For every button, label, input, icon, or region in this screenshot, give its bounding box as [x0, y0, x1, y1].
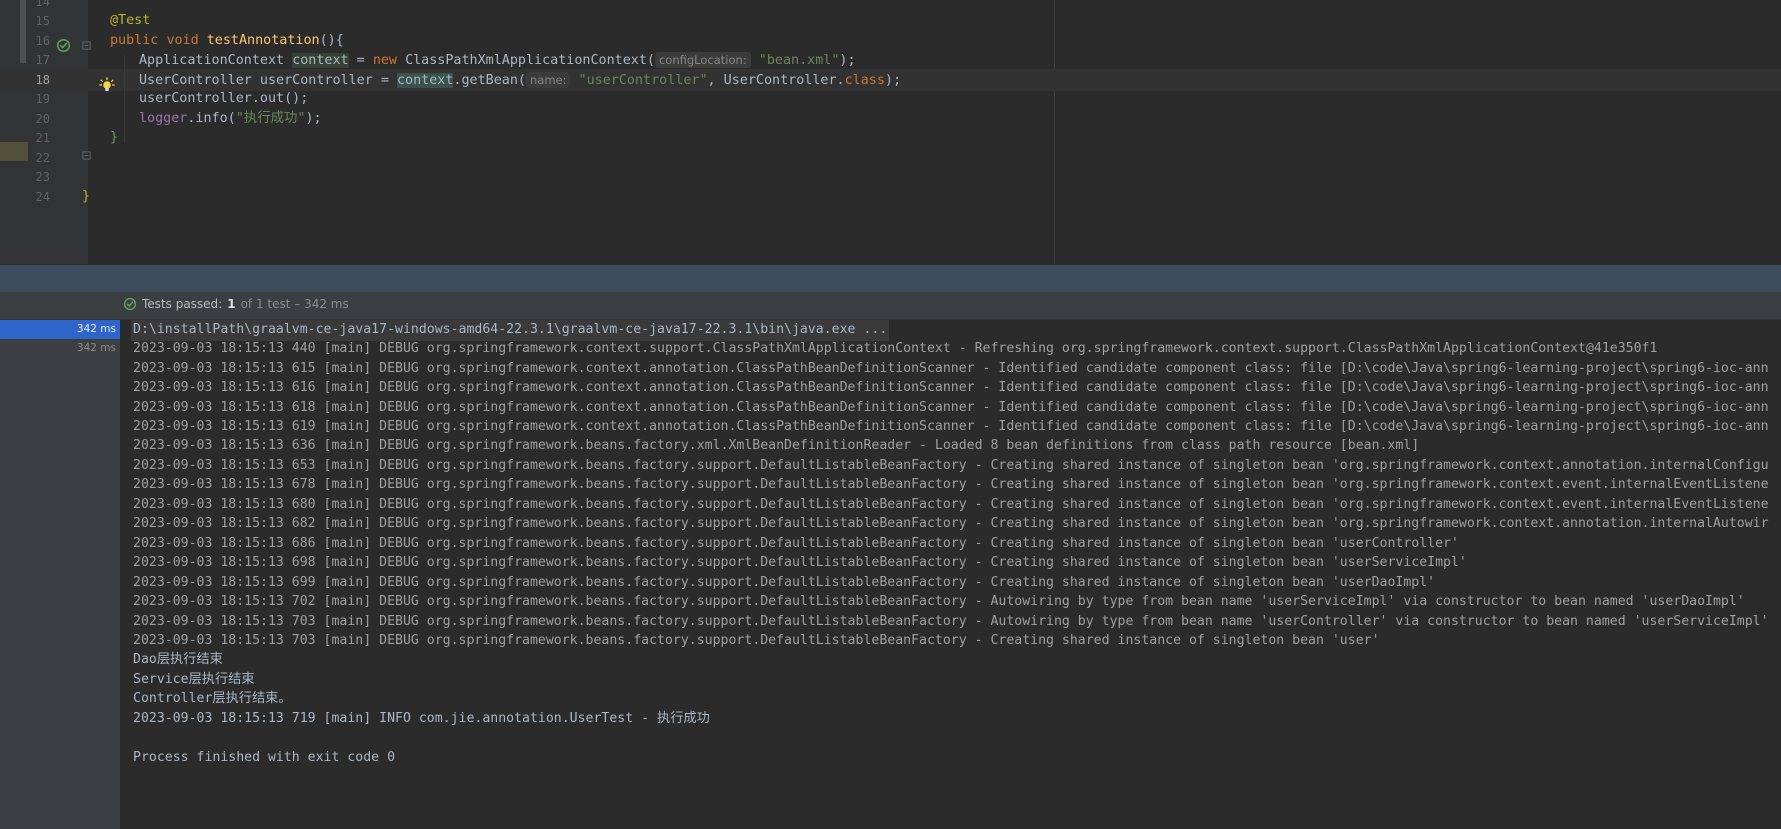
test-tree[interactable]: 342 ms 342 ms	[0, 320, 120, 829]
code-token: .info(	[187, 110, 236, 126]
code-token: "bean.xml"	[758, 53, 840, 69]
code-token: );	[305, 110, 322, 126]
code-token: logger	[139, 110, 188, 126]
code-token: }	[82, 188, 91, 204]
parameter-hint: configLocation:	[654, 52, 751, 69]
parameter-hint: name:	[525, 71, 571, 88]
code-token: (){	[319, 32, 344, 48]
fold-marker-icon[interactable]	[82, 151, 91, 160]
console-line: 2023-09-03 18:15:13 719 [main] INFO com.…	[133, 710, 710, 726]
code-token: void	[166, 32, 207, 48]
tests-passed-label: Tests passed:	[142, 297, 223, 311]
code-token: new	[372, 53, 406, 69]
code-token: =	[348, 53, 373, 69]
code-token: .getBean(	[453, 72, 526, 88]
fold-marker-icon[interactable]	[82, 41, 91, 50]
code-token: ApplicationContext	[139, 53, 293, 69]
intention-bulb-icon[interactable]	[99, 77, 115, 93]
code-token: "userController"	[578, 72, 708, 88]
code-editor[interactable]: 14 15 @Test 16 public void testAnnotation(){…	[0, 0, 1781, 264]
ide-window: 14 15 @Test 16 public void testAnnotation(){…	[0, 0, 1781, 829]
line-number: 24	[35, 189, 50, 204]
indent-guide	[124, 55, 125, 143]
tests-passed-count: 1	[227, 297, 236, 311]
run-passed-icon[interactable]	[56, 38, 71, 53]
test-status: Tests passed: 1 of 1 test – 342 ms	[123, 297, 349, 311]
code-token: "执行成功"	[235, 110, 306, 126]
code-token: class	[844, 72, 885, 88]
code-token: , UserController.	[707, 72, 845, 88]
test-duration: 342 ms	[76, 342, 116, 354]
test-tree-row[interactable]: 342 ms	[0, 339, 120, 358]
code-token: userController.out();	[139, 91, 309, 107]
code-token: testAnnotation	[206, 32, 320, 48]
code-token: );	[839, 53, 856, 69]
code-token: @Test	[110, 13, 151, 29]
code-token: public	[110, 32, 167, 48]
test-passed-check-icon	[123, 297, 137, 311]
console-line: 2023-09-03 18:15:13 703 [main] DEBUG org…	[133, 632, 1380, 648]
code-token: );	[884, 72, 902, 88]
code-token: UserController userController =	[139, 72, 397, 88]
code-token: ClassPathXmlApplicationContext(	[405, 53, 655, 69]
console-line: Process finished with exit code 0	[133, 749, 396, 765]
test-results-toolbar: Tests passed: 1 of 1 test – 342 ms	[0, 292, 1781, 320]
panel-splitter[interactable]	[0, 264, 1781, 292]
tests-passed-summary: of 1 test – 342 ms	[240, 297, 349, 311]
code-text: }	[82, 186, 90, 208]
code-token: context	[396, 72, 454, 88]
test-duration: 342 ms	[76, 323, 116, 335]
test-tree-row[interactable]: 342 ms	[0, 320, 120, 339]
code-token: }	[110, 130, 119, 146]
code-token: context	[292, 53, 349, 69]
code-line[interactable]: 24}	[0, 186, 1781, 208]
console-output[interactable]: D:\installPath\graalvm-ce-java17-windows…	[120, 320, 1781, 829]
